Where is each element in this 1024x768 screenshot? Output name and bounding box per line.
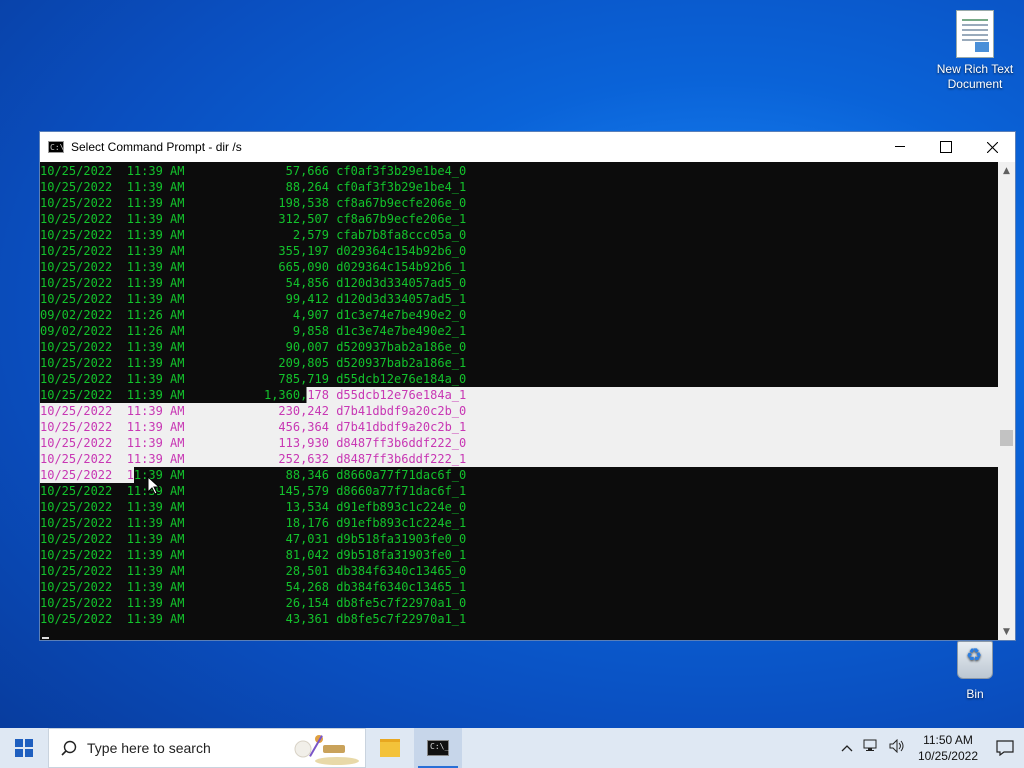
console-line: 10/25/2022 11:39 AM 145,579 d8660a77f71d… bbox=[40, 484, 467, 498]
search-icon bbox=[61, 740, 77, 756]
document-icon bbox=[956, 10, 994, 58]
desktop-icon-label: Bin bbox=[966, 687, 984, 701]
network-icon[interactable] bbox=[863, 739, 879, 757]
clock-time: 11:50 AM bbox=[923, 733, 973, 747]
notification-icon bbox=[996, 740, 1014, 756]
console-line: 10/25/2022 11:39 AM 81,042 d9b518fa31903… bbox=[40, 548, 467, 562]
chevron-up-icon[interactable] bbox=[841, 741, 853, 756]
console-line: 10/25/2022 11:39 AM 312,507 cf8a67b9ecfe… bbox=[40, 212, 467, 226]
command-prompt-window[interactable]: C:\ Select Command Prompt - dir /s 10/25… bbox=[39, 131, 1016, 641]
minimize-icon bbox=[895, 146, 905, 147]
console-line: 10/25/2022 11:39 AM 252,632 d8487ff3b6dd… bbox=[40, 451, 1000, 467]
console-line: 10/25/2022 11:39 AM 57,666 cf0af3f3b29e1… bbox=[40, 164, 467, 178]
console-line: 10/25/2022 11:39 AM 456,364 d7b41dbdf9a2… bbox=[40, 419, 1000, 435]
console-line: 10/25/2022 11:39 AM 90,007 d520937bab2a1… bbox=[40, 340, 467, 354]
scroll-thumb[interactable] bbox=[1000, 430, 1013, 446]
console-line: 10/25/2022 11:39 AM 198,538 cf8a67b9ecfe… bbox=[40, 196, 467, 210]
scroll-down-button[interactable]: ▼ bbox=[998, 623, 1015, 640]
taskbar-clock[interactable]: 11:50 AM 10/25/2022 bbox=[918, 732, 978, 764]
console-line: 10/25/2022 11:39 AM 1,360,178 d55dcb12e7… bbox=[40, 387, 1000, 403]
system-tray: 11:50 AM 10/25/2022 bbox=[836, 728, 1024, 768]
console-line: 09/02/2022 11:26 AM 4,907 d1c3e74e7be490… bbox=[40, 308, 467, 322]
console-line: 10/25/2022 11:39 AM 2,579 cfab7b8fa8ccc0… bbox=[40, 228, 467, 242]
taskbar: Type here to search C:\_ 11:50 AM 10/25/… bbox=[0, 728, 1024, 768]
console-line: 10/25/2022 11:39 AM 785,719 d55dcb12e76e… bbox=[40, 372, 467, 386]
console-line: 10/25/2022 11:39 AM 209,805 d520937bab2a… bbox=[40, 356, 467, 370]
mouse-pointer-icon bbox=[147, 476, 161, 495]
search-box[interactable]: Type here to search bbox=[48, 728, 366, 768]
start-button[interactable] bbox=[0, 728, 48, 768]
console-line: 10/25/2022 11:39 AM 26,154 db8fe5c7f2297… bbox=[40, 596, 467, 610]
text-cursor bbox=[42, 637, 49, 639]
taskbar-command-prompt[interactable]: C:\_ bbox=[414, 728, 462, 768]
volume-icon[interactable] bbox=[889, 738, 905, 757]
windows-logo-icon bbox=[15, 739, 33, 757]
console-line: 10/25/2022 11:39 AM 355,197 d029364c154b… bbox=[40, 244, 467, 258]
console-line: 10/25/2022 11:39 AM 665,090 d029364c154b… bbox=[40, 260, 467, 274]
search-placeholder: Type here to search bbox=[87, 740, 211, 756]
console-line: 10/25/2022 11:39 AM 54,856 d120d3d334057… bbox=[40, 276, 467, 290]
clock-date: 10/25/2022 bbox=[917, 749, 978, 763]
search-highlight-illustration-icon bbox=[294, 735, 359, 765]
window-titlebar[interactable]: C:\ Select Command Prompt - dir /s bbox=[40, 132, 1015, 162]
maximize-button[interactable] bbox=[923, 132, 969, 162]
maximize-icon bbox=[940, 141, 952, 153]
close-button[interactable] bbox=[969, 132, 1015, 162]
desktop-icon-recycle-bin[interactable]: Bin bbox=[930, 641, 1020, 702]
console-line: 10/25/2022 11:39 AM 18,176 d91efb893c1c2… bbox=[40, 516, 467, 530]
minimize-button[interactable] bbox=[877, 132, 923, 162]
console-line: 10/25/2022 11:39 AM 88,346 d8660a77f71da… bbox=[40, 467, 467, 483]
command-prompt-icon: C:\_ bbox=[427, 740, 449, 756]
console-output[interactable]: 10/25/2022 11:39 AM 57,666 cf0af3f3b29e1… bbox=[40, 162, 1000, 641]
desktop-icon-label: New Rich Text bbox=[936, 62, 1014, 76]
recycle-bin-icon bbox=[957, 641, 993, 679]
desktop-icon-rich-text-document[interactable]: New Rich Text Document bbox=[930, 10, 1020, 92]
desktop-icon-label-line2: Document bbox=[947, 77, 1003, 91]
console-line: 10/25/2022 11:39 AM 54,268 db384f6340c13… bbox=[40, 580, 467, 594]
console-line: 10/25/2022 11:39 AM 99,412 d120d3d334057… bbox=[40, 292, 467, 306]
console-line: 09/02/2022 11:26 AM 9,858 d1c3e74e7be490… bbox=[40, 324, 467, 338]
command-prompt-icon: C:\ bbox=[48, 141, 65, 153]
console-line: 10/25/2022 11:39 AM 47,031 d9b518fa31903… bbox=[40, 532, 467, 546]
console-line: 10/25/2022 11:39 AM 28,501 db384f6340c13… bbox=[40, 564, 467, 578]
console-line: 10/25/2022 11:39 AM 43,361 db8fe5c7f2297… bbox=[40, 612, 467, 626]
console-line: 10/25/2022 11:39 AM 13,534 d91efb893c1c2… bbox=[40, 500, 467, 514]
taskbar-file-explorer[interactable] bbox=[366, 728, 414, 768]
notification-button[interactable] bbox=[986, 740, 1024, 756]
console-line: 10/25/2022 11:39 AM 88,264 cf0af3f3b29e1… bbox=[40, 180, 467, 194]
close-icon bbox=[986, 141, 998, 153]
window-title: Select Command Prompt - dir /s bbox=[71, 140, 242, 154]
console-line: 10/25/2022 11:39 AM 230,242 d7b41dbdf9a2… bbox=[40, 403, 1000, 419]
scroll-up-button[interactable]: ▲ bbox=[998, 162, 1015, 179]
folder-icon bbox=[380, 739, 400, 757]
vertical-scrollbar[interactable]: ▲ ▼ bbox=[998, 162, 1015, 640]
console-line: 10/25/2022 11:39 AM 113,930 d8487ff3b6dd… bbox=[40, 435, 1000, 451]
